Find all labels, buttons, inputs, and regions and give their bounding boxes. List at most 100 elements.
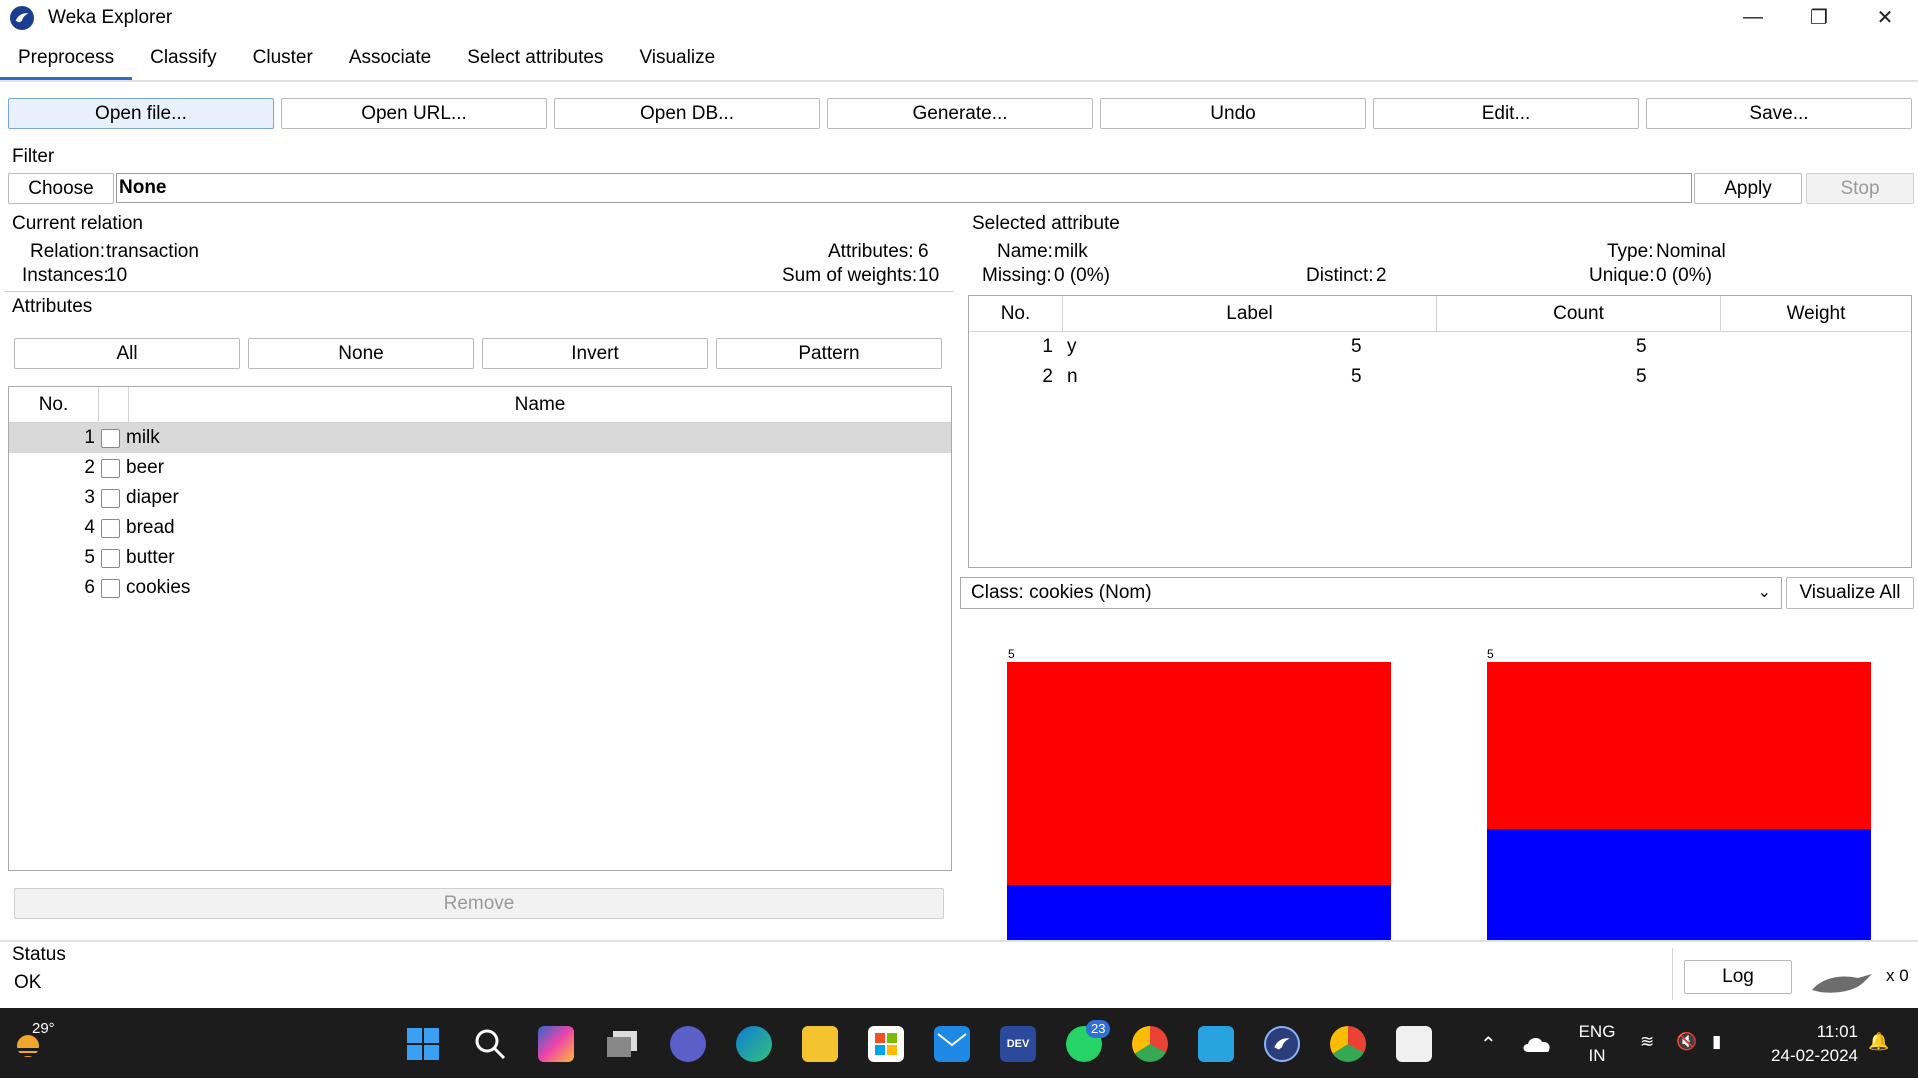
window-title: Weka Explorer	[48, 7, 173, 28]
table-row[interactable]: 1 milk	[9, 423, 951, 453]
sel-name-key: Name:	[997, 241, 1053, 262]
remove-button[interactable]: Remove	[14, 888, 944, 919]
column-header-no[interactable]: No.	[9, 387, 99, 423]
clock-date[interactable]: 24-02-2024	[1752, 1046, 1858, 1066]
row-checkbox[interactable]	[101, 579, 120, 598]
filter-choose-button[interactable]: Choose	[8, 173, 114, 204]
row-number: 1	[84, 427, 95, 448]
whatsapp-badge: 23	[1086, 1020, 1111, 1038]
close-button[interactable]: ✕	[1852, 0, 1918, 34]
filter-field[interactable]: None	[116, 173, 1692, 203]
chevron-up-icon[interactable]: ⌃	[1480, 1032, 1497, 1057]
clock-time[interactable]: 11:01	[1752, 1022, 1858, 1042]
lang-bottom[interactable]: IN	[1572, 1046, 1622, 1066]
open-file-button[interactable]: Open file...	[8, 98, 274, 129]
table-row[interactable]: 3 diaper	[9, 483, 951, 513]
edge-browser-icon[interactable]	[736, 1026, 772, 1062]
column-header-check	[99, 387, 129, 423]
tab-classify[interactable]: Classify	[132, 38, 235, 80]
sel-distinct-value: 2	[1376, 265, 1387, 286]
table-row[interactable]: 2 n 5 5	[969, 362, 1911, 392]
column-header-no[interactable]: No.	[969, 296, 1063, 332]
dev-cpp-icon[interactable]: DEV	[1000, 1026, 1036, 1062]
row-checkbox[interactable]	[101, 549, 120, 568]
class-dropdown-value: Class: cookies (Nom)	[971, 582, 1152, 603]
attributes-key: Attributes:	[828, 241, 914, 262]
filter-apply-button[interactable]: Apply	[1694, 173, 1802, 204]
column-header-count[interactable]: Count	[1437, 296, 1721, 332]
tab-cluster[interactable]: Cluster	[235, 38, 331, 80]
table-row[interactable]: 4 bread	[9, 513, 951, 543]
row-name: milk	[126, 427, 160, 448]
select-none-button[interactable]: None	[248, 338, 474, 369]
log-button[interactable]: Log	[1684, 960, 1792, 994]
chrome-icon[interactable]	[1330, 1026, 1366, 1062]
invert-button[interactable]: Invert	[482, 338, 708, 369]
snipping-tool-icon[interactable]	[1396, 1026, 1432, 1062]
weka-bird-icon	[10, 6, 34, 30]
battery-icon[interactable]: ▮	[1712, 1032, 1721, 1052]
attributes-table-header: No. Name	[9, 387, 951, 423]
row-checkbox[interactable]	[101, 489, 120, 508]
row-name: cookies	[126, 577, 191, 598]
notepad-icon[interactable]	[1198, 1026, 1234, 1062]
open-db-button[interactable]: Open DB...	[554, 98, 820, 129]
tab-associate[interactable]: Associate	[331, 38, 449, 80]
file-explorer-icon[interactable]	[802, 1026, 838, 1062]
row-number: 4	[84, 517, 95, 538]
column-header-name[interactable]: Name	[129, 387, 951, 423]
row-name: beer	[126, 457, 165, 478]
status-text: OK	[14, 972, 42, 993]
mail-icon[interactable]	[934, 1026, 970, 1062]
onedrive-cloud-icon[interactable]	[1522, 1034, 1552, 1054]
tab-visualize[interactable]: Visualize	[621, 38, 733, 80]
chevron-down-icon: ⌄	[1757, 584, 1771, 601]
sel-distinct-key: Distinct:	[1306, 265, 1374, 286]
table-row[interactable]: 2 beer	[9, 453, 951, 483]
open-url-button[interactable]: Open URL...	[281, 98, 547, 129]
maximize-button[interactable]: ❐	[1786, 0, 1852, 34]
row-checkbox[interactable]	[101, 429, 120, 448]
teams-chat-icon[interactable]	[670, 1026, 706, 1062]
filter-stop-button[interactable]: Stop	[1806, 173, 1914, 204]
class-dropdown[interactable]: Class: cookies (Nom) ⌄	[960, 577, 1782, 609]
lang-top[interactable]: ENG	[1572, 1022, 1622, 1042]
weights-key: Sum of weights:	[782, 265, 918, 286]
table-row[interactable]: 5 butter	[9, 543, 951, 573]
sel-unique-key: Unique:	[1589, 265, 1655, 286]
visualize-all-button[interactable]: Visualize All	[1786, 577, 1914, 609]
cell-count: 5	[1351, 366, 1362, 387]
search-icon[interactable]	[472, 1026, 508, 1062]
save-button[interactable]: Save...	[1646, 98, 1912, 129]
microsoft-store-icon[interactable]	[868, 1026, 904, 1062]
weka-taskbar-icon[interactable]	[1264, 1026, 1300, 1062]
tab-preprocess[interactable]: Preprocess	[0, 38, 133, 80]
histogram-bar-segment	[1487, 829, 1871, 941]
start-windows-icon[interactable]	[405, 1026, 441, 1062]
relation-value: transaction	[106, 241, 199, 262]
minimize-button[interactable]: —	[1720, 0, 1786, 34]
row-checkbox[interactable]	[101, 519, 120, 538]
cell-label: n	[1067, 366, 1078, 387]
filter-label: Filter	[12, 146, 55, 167]
cell-no: 1	[1042, 336, 1053, 357]
weka-status-bird-icon[interactable]	[1810, 968, 1876, 998]
table-row[interactable]: 1 y 5 5	[969, 332, 1911, 362]
generate-button[interactable]: Generate...	[827, 98, 1093, 129]
speaker-muted-icon[interactable]: 🔇	[1676, 1032, 1697, 1052]
table-row[interactable]: 6 cookies	[9, 573, 951, 603]
column-header-label[interactable]: Label	[1063, 296, 1437, 332]
undo-button[interactable]: Undo	[1100, 98, 1366, 129]
tab-select-attributes[interactable]: Select attributes	[449, 38, 621, 80]
copilot-icon[interactable]	[538, 1026, 574, 1062]
notification-bell-icon[interactable]: 🔔	[1868, 1032, 1889, 1052]
edit-button[interactable]: Edit...	[1373, 98, 1639, 129]
wifi-icon[interactable]: ≋	[1640, 1032, 1654, 1052]
pattern-button[interactable]: Pattern	[716, 338, 942, 369]
column-header-weight[interactable]: Weight	[1721, 296, 1911, 332]
select-all-button[interactable]: All	[14, 338, 240, 369]
sel-type-value: Nominal	[1656, 241, 1726, 262]
row-checkbox[interactable]	[101, 459, 120, 478]
task-view-icon[interactable]	[604, 1026, 640, 1062]
chrome-profile-icon[interactable]	[1132, 1026, 1168, 1062]
